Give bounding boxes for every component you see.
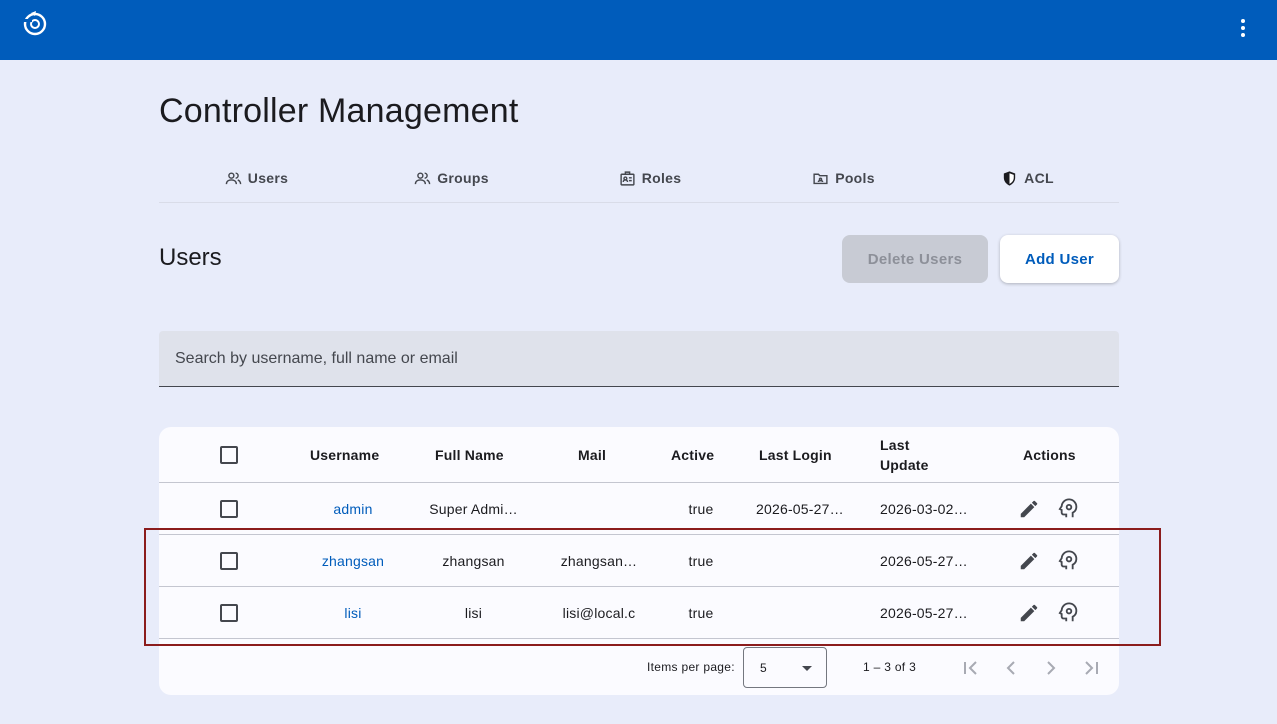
previous-page-icon[interactable] (999, 656, 1023, 680)
column-header-full-name[interactable]: Full Name (435, 427, 504, 483)
next-page-icon[interactable] (1039, 656, 1063, 680)
column-header-actions: Actions (1023, 447, 1076, 463)
add-user-button[interactable]: Add User (1000, 235, 1119, 283)
app-logo-icon[interactable] (22, 10, 48, 36)
column-header-mail[interactable]: Mail (578, 427, 606, 483)
paginator: Items per page: 5 1 – 3 of 3 (159, 640, 1119, 695)
more-vert-icon[interactable] (1231, 16, 1255, 40)
search-input[interactable] (159, 331, 1119, 386)
row-checkbox[interactable] (220, 500, 238, 518)
active-cell: true (688, 553, 714, 569)
last-login-cell: 2026-05-27… (756, 501, 844, 517)
tab-pools-label: Pools (835, 170, 875, 186)
tab-bar: Users Groups Roles Pools ACL (159, 155, 1119, 203)
select-all-checkbox[interactable] (220, 446, 238, 464)
table-row: lisi lisi lisi@local.c true 2026-05-27… (159, 587, 1119, 639)
edit-icon[interactable] (1018, 498, 1040, 520)
last-login-cell (756, 587, 846, 639)
tab-roles[interactable]: Roles (549, 155, 751, 201)
groups-icon (414, 171, 431, 184)
active-cell: true (688, 501, 714, 517)
roles-icon (620, 170, 635, 186)
column-header-last-update[interactable]: Last Update (880, 427, 940, 483)
active-cell: true (688, 605, 714, 621)
table-row: zhangsan zhangsan zhangsan… true 2026-05… (159, 535, 1119, 587)
username-link[interactable]: lisi (303, 587, 403, 639)
tab-users-label: Users (247, 170, 289, 186)
column-header-active[interactable]: Active (671, 427, 714, 483)
table-header-row: Username Full Name Mail Active Last Logi… (159, 427, 1119, 483)
section-title: Users (159, 244, 222, 271)
page-size-select[interactable]: 5 (743, 647, 827, 688)
dropdown-arrow-icon (802, 666, 812, 671)
manage-roles-icon[interactable] (1058, 550, 1080, 572)
last-login-cell (756, 535, 846, 587)
column-header-last-login[interactable]: Last Login (759, 427, 832, 483)
mail-cell (544, 483, 654, 535)
column-header-username[interactable]: Username (310, 427, 379, 483)
users-icon (225, 171, 242, 184)
mail-cell: lisi@local.c (562, 605, 636, 621)
tab-groups-label: Groups (437, 170, 489, 186)
row-checkbox[interactable] (220, 604, 238, 622)
edit-icon[interactable] (1018, 550, 1040, 572)
search-field (159, 331, 1119, 387)
page-size-value: 5 (760, 661, 767, 675)
tab-pools[interactable]: Pools (751, 155, 936, 201)
last-page-icon[interactable] (1079, 656, 1103, 680)
first-page-icon[interactable] (959, 656, 983, 680)
delete-users-button[interactable]: Delete Users (842, 235, 988, 283)
tab-users[interactable]: Users (159, 155, 354, 201)
shield-icon (1003, 170, 1016, 186)
manage-roles-icon[interactable] (1058, 498, 1080, 520)
tab-groups[interactable]: Groups (354, 155, 549, 201)
users-table: Username Full Name Mail Active Last Logi… (159, 427, 1119, 695)
tab-acl[interactable]: ACL (936, 155, 1119, 201)
full-name-cell: Super Admi… (429, 501, 518, 517)
edit-icon[interactable] (1018, 602, 1040, 624)
top-app-bar (0, 0, 1277, 60)
row-checkbox[interactable] (220, 552, 238, 570)
manage-roles-icon[interactable] (1058, 602, 1080, 624)
username-link[interactable]: admin (303, 483, 403, 535)
mail-cell: zhangsan… (560, 553, 638, 569)
pools-icon (813, 173, 828, 184)
tab-roles-label: Roles (641, 170, 682, 186)
last-update-cell: 2026-05-27… (880, 553, 968, 569)
items-per-page-label: Items per page: (647, 660, 735, 674)
table-row: admin Super Admi… true 2026-05-27… 2026-… (159, 483, 1119, 535)
last-update-cell: 2026-03-02… (880, 501, 968, 517)
full-name-cell: zhangsan (442, 553, 505, 569)
full-name-cell: lisi (464, 605, 483, 621)
page-title: Controller Management (159, 92, 519, 130)
last-update-cell: 2026-05-27… (880, 605, 968, 621)
tab-acl-label: ACL (1024, 170, 1054, 186)
username-link[interactable]: zhangsan (303, 535, 403, 587)
range-label: 1 – 3 of 3 (863, 660, 917, 674)
